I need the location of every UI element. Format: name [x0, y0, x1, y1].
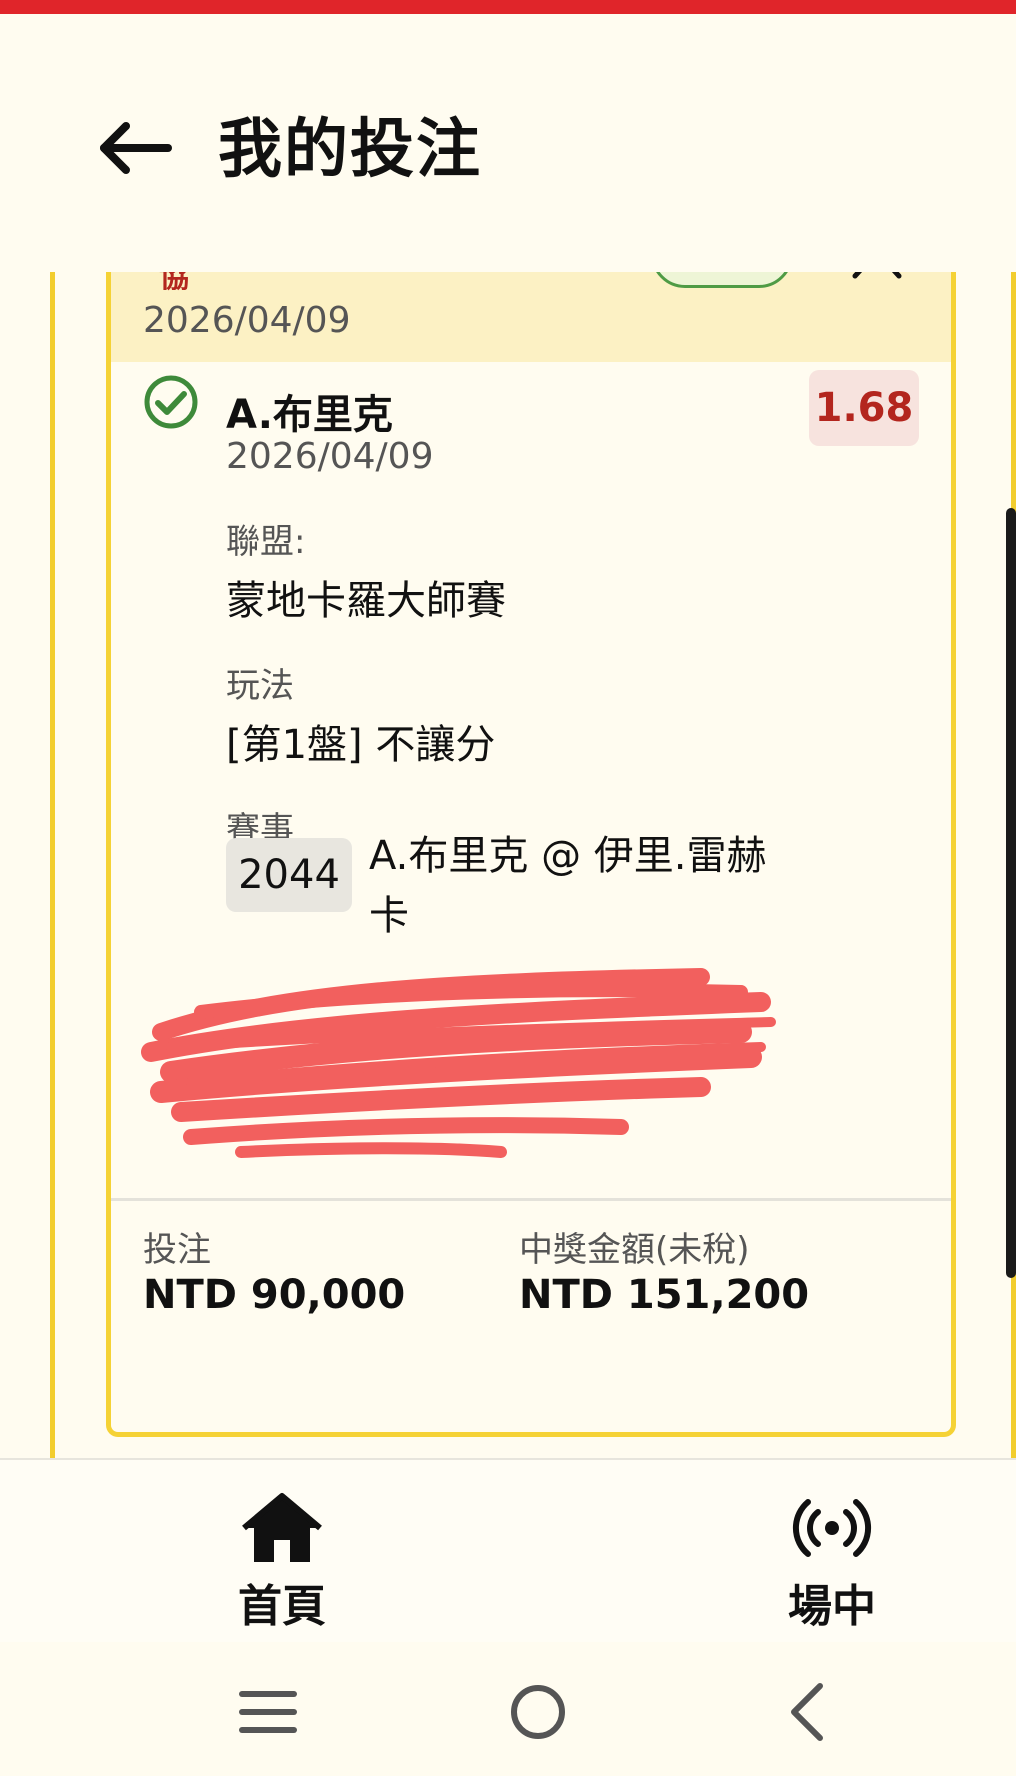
- nav-live-label: 場中: [788, 1581, 876, 1632]
- menu-lines-icon: [239, 1691, 297, 1733]
- bet-type-label: 協: [159, 272, 189, 295]
- back-button[interactable]: [96, 108, 176, 188]
- stake-value: NTD 90,000: [143, 1272, 406, 1318]
- nav-live[interactable]: 場中: [732, 1460, 932, 1644]
- odds-badge: 1.68: [809, 370, 919, 446]
- home-icon: [240, 1490, 324, 1570]
- chevron-up-icon: [852, 272, 902, 279]
- check-circle-icon: [143, 374, 199, 430]
- recent-apps-button[interactable]: [228, 1672, 308, 1752]
- page-title: 我的投注: [218, 113, 482, 187]
- bet-list[interactable]: 協 2026/04/09 中獎 A.布里克 2026/04/09 1.68 聯盟…: [0, 272, 1016, 1458]
- selection-date: 2026/04/09: [226, 436, 434, 477]
- selection-name: A.布里克: [226, 392, 393, 438]
- broadcast-icon: [790, 1490, 874, 1570]
- bet-card-header[interactable]: 協 2026/04/09 中獎: [111, 272, 951, 362]
- bottom-nav: 首頁 場中: [0, 1458, 1016, 1644]
- nav-home-label: 首頁: [238, 1581, 326, 1632]
- payout-value: NTD 151,200: [519, 1272, 810, 1318]
- chevron-left-icon: [791, 1683, 823, 1741]
- market-value: [第1盤] 不讓分: [226, 722, 496, 768]
- summary-divider: [111, 1198, 951, 1201]
- android-system-bar: [0, 1642, 1016, 1776]
- stake-label: 投注: [143, 1230, 211, 1270]
- payout-label: 中獎金額(未稅): [519, 1230, 750, 1270]
- status-badge: 中獎: [651, 272, 793, 288]
- arrow-left-icon: [100, 122, 172, 174]
- circle-icon: [511, 1685, 565, 1739]
- app-header: 我的投注: [0, 14, 1016, 272]
- event-id-badge: 2044: [226, 838, 352, 912]
- market-label: 玩法: [226, 666, 294, 706]
- collapse-button[interactable]: [851, 272, 903, 282]
- bet-date: 2026/04/09: [143, 300, 351, 341]
- scrollbar[interactable]: [1006, 508, 1016, 1278]
- league-label: 聯盟:: [226, 522, 306, 562]
- league-value: 蒙地卡羅大師賽: [226, 578, 506, 624]
- event-title: A.布里克 @ 伊里.雷赫卡: [369, 833, 767, 939]
- top-brand-strip: [0, 0, 1016, 14]
- back-system-button[interactable]: [770, 1672, 850, 1752]
- home-system-button[interactable]: [498, 1672, 578, 1752]
- nav-home[interactable]: 首頁: [182, 1460, 382, 1644]
- bet-card: 協 2026/04/09 中獎 A.布里克 2026/04/09 1.68 聯盟…: [106, 272, 956, 1437]
- redaction-scribble: [141, 968, 776, 1158]
